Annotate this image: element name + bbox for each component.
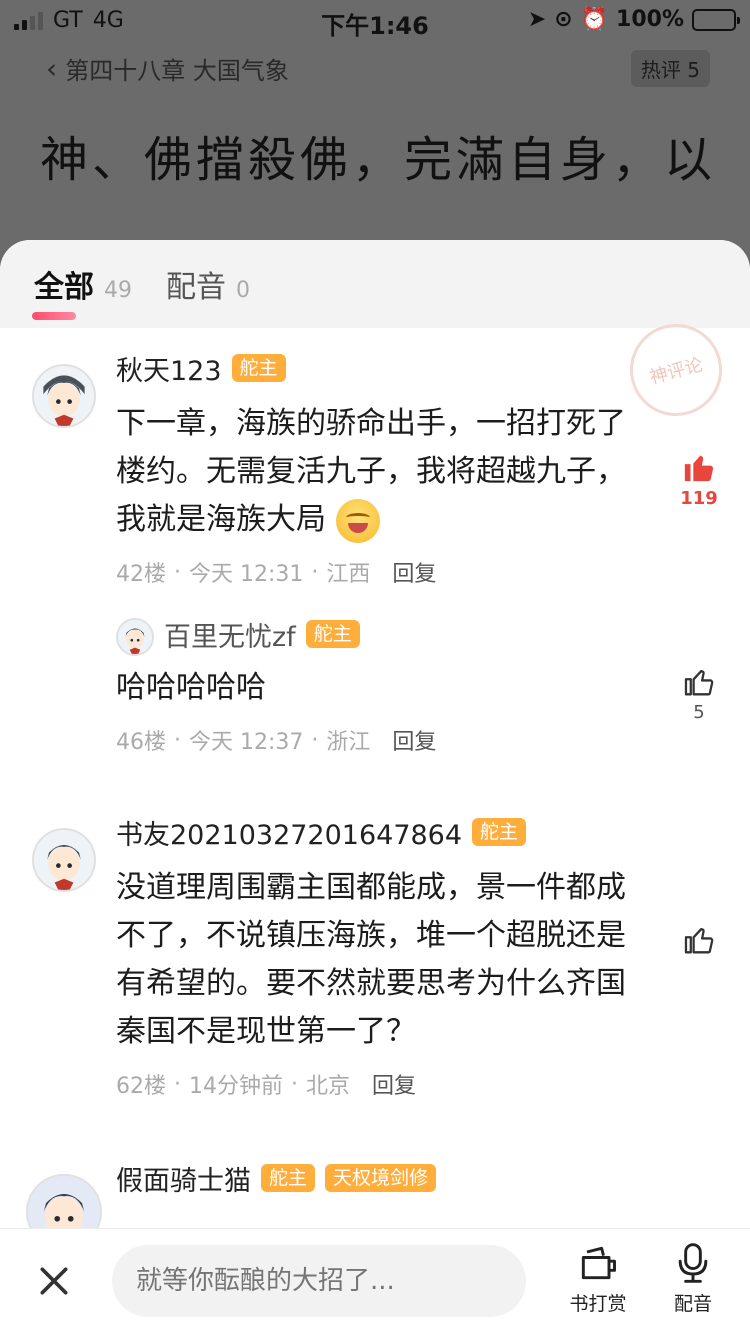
like-button[interactable]: 119 xyxy=(674,450,724,509)
comment-meta: 62楼 · 14分钟前 · 北京 回复 xyxy=(116,1068,650,1100)
username[interactable]: 假面骑士猫 xyxy=(116,1159,251,1198)
comment-input-bar: 书打赏 配音 xyxy=(0,1228,750,1334)
reader-text: 神、佛擋殺佛，完滿自身，以 xyxy=(40,132,717,188)
comment-item: 书友20210327201647864 舵主 没道理周围霸主国都能成，景一件都成… xyxy=(0,814,750,1100)
comment-text: 下一章，海族的骄命出手，一招打死了楼约。无需复活九子，我将超越九子，我就是海族大… xyxy=(116,400,650,544)
thumbs-up-icon xyxy=(684,455,714,482)
reader-header: ‹ 第四十八章 大国气象 热评 5 xyxy=(46,49,710,87)
floor-number: 46楼 xyxy=(116,730,166,755)
reply-like-button[interactable]: 5 xyxy=(674,664,724,723)
timestamp: 今天 12:31 xyxy=(189,562,304,587)
location: 北京 xyxy=(306,1074,351,1099)
location-icon: ➤ xyxy=(527,7,547,32)
timestamp: 今天 12:37 xyxy=(189,730,304,755)
timestamp: 14分钟前 xyxy=(189,1074,283,1099)
like-count: 119 xyxy=(680,488,718,509)
tab-count: 49 xyxy=(104,278,132,303)
avatar[interactable] xyxy=(32,828,96,892)
like-button[interactable] xyxy=(674,922,724,956)
chapter-title[interactable]: 第四十八章 大国气象 xyxy=(65,51,289,86)
reply-button[interactable]: 回复 xyxy=(392,724,436,756)
book-reward-label: 书打赏 xyxy=(569,1293,627,1315)
tab-label: 配音 xyxy=(166,270,226,305)
reply-button[interactable]: 回复 xyxy=(392,556,436,588)
role-badge: 舵主 xyxy=(472,818,527,846)
reply-text: 哈哈哈哈哈 xyxy=(116,670,266,705)
alarm-icon: ⏰ xyxy=(580,7,609,32)
username[interactable]: 百里无忧zf xyxy=(164,615,296,654)
comment-input[interactable] xyxy=(112,1245,526,1317)
comment-text: 没道理周围霸主国都能成，景一件都成不了，不说镇压海族，堆一个超脱还是有希望的。要… xyxy=(116,870,626,1049)
tab-all[interactable]: 全部 49 xyxy=(32,262,132,320)
reply-item: 百里无忧zf 舵主 xyxy=(116,612,650,656)
username[interactable]: 秋天123 xyxy=(116,349,222,388)
title-badge: 天权境剑修 xyxy=(325,1164,437,1192)
location: 江西 xyxy=(326,562,371,587)
comment-list: 秋天123 舵主 下一章，海族的骄命出手，一招打死了楼约。无需复活九子，我将超越… xyxy=(0,328,750,1228)
tab-label: 全部 xyxy=(34,270,94,305)
avatar[interactable] xyxy=(32,364,96,428)
battery-icon xyxy=(692,8,740,31)
role-badge: 舵主 xyxy=(305,620,360,648)
tab-count: 0 xyxy=(236,278,250,303)
dubbing-label: 配音 xyxy=(673,1293,712,1315)
reply-button[interactable]: 回复 xyxy=(372,1068,416,1100)
comment-meta: 42楼 · 今天 12:31 · 江西 回复 xyxy=(116,556,650,588)
avatar[interactable] xyxy=(116,618,154,656)
book-reward-button[interactable]: 书打赏 xyxy=(558,1241,638,1316)
battery-percent: 100% xyxy=(616,7,684,32)
floor-number: 62楼 xyxy=(116,1074,166,1099)
reply-meta: 46楼 · 今天 12:37 · 浙江 回复 xyxy=(116,724,650,756)
avatar[interactable] xyxy=(26,1174,102,1228)
like-count: 5 xyxy=(693,702,705,723)
dubbing-button[interactable]: 配音 xyxy=(653,1241,733,1316)
role-badge: 舵主 xyxy=(261,1164,316,1192)
role-badge: 舵主 xyxy=(231,354,286,382)
username[interactable]: 书友20210327201647864 xyxy=(116,813,462,852)
back-chevron-icon[interactable]: ‹ xyxy=(46,52,57,85)
orientation-lock-icon: ⊙ xyxy=(554,7,573,32)
thumbs-up-icon xyxy=(684,669,714,696)
cup-icon xyxy=(581,1246,616,1280)
location: 浙江 xyxy=(326,730,371,755)
close-icon[interactable] xyxy=(34,1261,74,1301)
comment-item: 假面骑士猫 舵主 天权境剑修 xyxy=(0,1159,750,1228)
comments-sheet: 全部 49 配音 0 神评论 秋天123 舵主 下一章，海族的骄命出手，一招打死… xyxy=(0,240,750,1334)
floor-number: 42楼 xyxy=(116,562,166,587)
comment-item: 秋天123 舵主 下一章，海族的骄命出手，一招打死了楼约。无需复活九子，我将超越… xyxy=(0,350,750,756)
hot-comments-pill[interactable]: 热评 5 xyxy=(630,49,710,87)
thumbs-up-icon xyxy=(684,927,714,954)
status-bar: GT 4G 下午1:46 ➤ ⊙ ⏰ 100% xyxy=(0,0,750,40)
tab-dubbing[interactable]: 配音 0 xyxy=(166,262,250,306)
microphone-icon xyxy=(678,1243,708,1283)
grinning-emoji-icon xyxy=(335,498,380,543)
comment-tabs: 全部 49 配音 0 xyxy=(0,240,750,328)
